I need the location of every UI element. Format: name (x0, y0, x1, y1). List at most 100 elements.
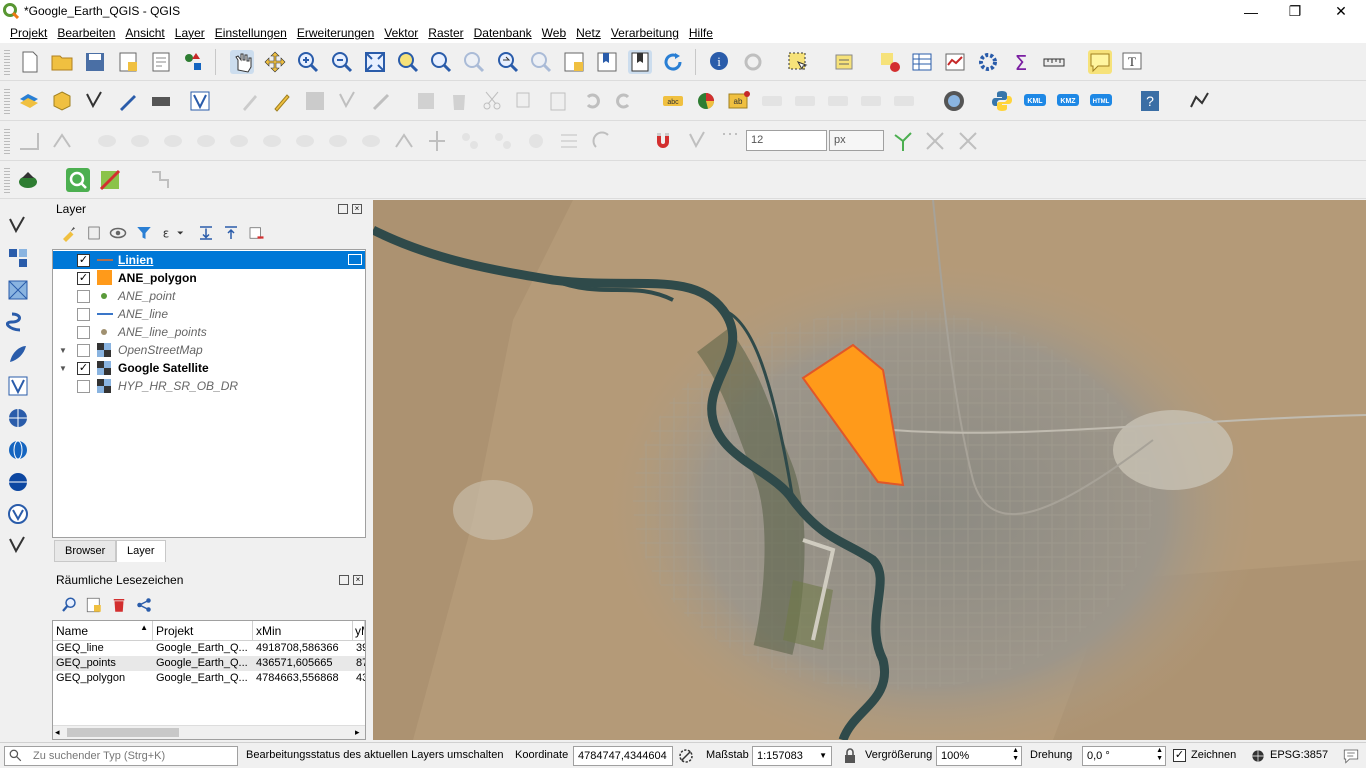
zoom-in-icon[interactable] (296, 50, 320, 74)
layer-row-ane-line[interactable]: ANE_line (53, 305, 365, 323)
snap-mode-icon[interactable] (718, 129, 742, 153)
save-project-icon[interactable] (83, 50, 107, 74)
add-wfs-layer-icon[interactable] (6, 438, 30, 462)
snapping-magnet-icon[interactable] (651, 129, 675, 153)
table-row[interactable]: GEQ_points Google_Earth_Q... 436571,6056… (53, 656, 365, 671)
layer-row-hyp-hr-sr-ob-dr[interactable]: HYP_HR_SR_OB_DR (53, 377, 365, 395)
filter-by-expression-icon[interactable]: ε (159, 224, 185, 242)
scrollbar-thumb[interactable] (67, 728, 179, 737)
menu-verarbeitung[interactable]: Verarbeitung (606, 23, 684, 43)
delete-part-icon[interactable] (326, 129, 350, 153)
layer-visibility-checkbox[interactable] (77, 308, 90, 321)
add-vector-layer-icon[interactable] (6, 214, 30, 238)
change-label-icon[interactable] (892, 89, 916, 113)
add-circular-string-icon[interactable] (50, 129, 74, 153)
snap-to-layers-icon[interactable] (686, 129, 710, 153)
tab-layer[interactable]: Layer (116, 540, 166, 562)
vertex-editor-icon[interactable] (1188, 89, 1212, 113)
snapping-intersection-icon[interactable] (923, 129, 947, 153)
help-icon[interactable]: ? (1138, 89, 1162, 113)
merge-features-icon[interactable] (491, 129, 515, 153)
zoom-to-bookmark-icon[interactable] (60, 596, 78, 614)
menu-raster[interactable]: Raster (423, 23, 468, 43)
fill-ring-icon[interactable] (260, 129, 284, 153)
add-raster-layer-icon[interactable] (6, 246, 30, 270)
add-group-icon[interactable] (85, 224, 103, 242)
topological-editing-icon[interactable] (891, 129, 915, 153)
scale-combobox[interactable]: 1:157083 ▼ (752, 746, 832, 766)
crs-globe-icon[interactable] (1251, 749, 1265, 763)
merge-attributes-icon[interactable] (524, 129, 548, 153)
toggle-extents-icon[interactable] (677, 747, 695, 765)
select-features-icon[interactable] (786, 50, 810, 74)
layer-row-ane-point[interactable]: ANE_point (53, 287, 365, 305)
zoom-last-icon[interactable] (496, 50, 520, 74)
layer-visibility-checkbox[interactable]: ✓ (77, 254, 90, 267)
layer-row-ane-polygon[interactable]: ✓ ANE_polygon (53, 269, 365, 287)
zoom-native-icon[interactable] (462, 50, 486, 74)
add-delimited-text-icon[interactable] (6, 310, 30, 334)
layout-manager-icon[interactable] (149, 50, 173, 74)
coordinate-input[interactable]: 4784747,4344604 (573, 746, 673, 766)
float-panel-icon[interactable] (339, 575, 349, 585)
crs-label[interactable]: EPSG:3857 (1270, 749, 1328, 761)
locator-search-input[interactable]: Zu suchender Typ (Strg+K) (4, 746, 238, 766)
pin-labels-icon[interactable] (760, 89, 784, 113)
new-shapefile-layer-icon[interactable] (83, 89, 107, 113)
georeferencer-icon[interactable] (16, 168, 40, 192)
add-bookmark-icon[interactable] (85, 596, 103, 614)
paste-features-icon[interactable] (546, 89, 570, 113)
deselect-all-icon[interactable] (878, 50, 902, 74)
menu-bearbeiten[interactable]: Bearbeiten (52, 23, 120, 43)
add-wms-layer-icon[interactable] (6, 406, 30, 430)
data-source-manager-icon[interactable] (17, 89, 41, 113)
delete-bookmark-icon[interactable] (110, 596, 128, 614)
field-calculator-icon[interactable] (943, 50, 967, 74)
column-header-name[interactable]: Name ▲ (53, 621, 153, 641)
identify-features-icon[interactable]: i (708, 50, 732, 74)
pan-map-icon[interactable] (230, 50, 254, 74)
label-toolbar-icon[interactable]: abc (661, 89, 685, 113)
column-header-projekt[interactable]: Projekt (153, 621, 253, 641)
menu-einstellungen[interactable]: Einstellungen (210, 23, 292, 43)
move-feature-icon[interactable] (95, 129, 119, 153)
kmz-export-icon[interactable]: KMZ (1056, 89, 1080, 113)
text-annotation-icon[interactable]: T (1120, 50, 1144, 74)
close-panel-icon[interactable]: × (353, 575, 363, 585)
menu-ansicht[interactable]: Ansicht (120, 23, 169, 43)
show-bookmarks-icon[interactable] (628, 50, 652, 74)
maximize-button[interactable]: ❐ (1272, 0, 1318, 23)
add-spatialite-layer-icon[interactable] (6, 342, 30, 366)
advanced-digitizing-icon[interactable] (17, 129, 41, 153)
offset-curve-icon[interactable] (392, 129, 416, 153)
expand-arrow-icon[interactable]: ▼ (59, 364, 67, 373)
rotate-label-icon[interactable] (859, 89, 883, 113)
split-features-icon[interactable] (425, 129, 449, 153)
add-mesh-layer-icon[interactable] (6, 278, 30, 302)
map-swipe-icon[interactable] (98, 168, 122, 192)
map-tips-icon[interactable] (1088, 50, 1112, 74)
map-canvas[interactable] (373, 200, 1366, 740)
highlight-pinned-labels-icon[interactable]: ab (727, 89, 751, 113)
line-plugin-icon[interactable] (148, 168, 172, 192)
layer-visibility-checkbox[interactable] (77, 326, 90, 339)
measure-line-icon[interactable] (1042, 50, 1066, 74)
python-console-icon[interactable] (990, 89, 1014, 113)
layer-visibility-checkbox[interactable] (77, 380, 90, 393)
menu-netz[interactable]: Netz (571, 23, 606, 43)
float-panel-icon[interactable] (338, 204, 348, 214)
remove-layer-icon[interactable] (247, 224, 265, 242)
add-line-feature-icon[interactable] (336, 89, 360, 113)
column-header-ymin[interactable]: yM (353, 621, 365, 641)
table-row[interactable]: GEQ_polygon Google_Earth_Q... 4784663,55… (53, 671, 365, 686)
menu-web[interactable]: Web (537, 23, 571, 43)
rotation-spinbox[interactable]: 0,0 ° ▲ ▼ (1082, 746, 1166, 766)
render-checkbox[interactable]: ✓ (1173, 749, 1186, 762)
layer-visibility-checkbox[interactable] (77, 344, 90, 357)
snapping-tolerance-input[interactable]: 12 (746, 130, 827, 151)
cut-features-icon[interactable] (480, 89, 504, 113)
html-export-icon[interactable]: HTML (1089, 89, 1113, 113)
layer-visibility-checkbox[interactable] (77, 290, 90, 303)
zoom-next-icon[interactable] (529, 50, 553, 74)
move-label-icon[interactable] (826, 89, 850, 113)
